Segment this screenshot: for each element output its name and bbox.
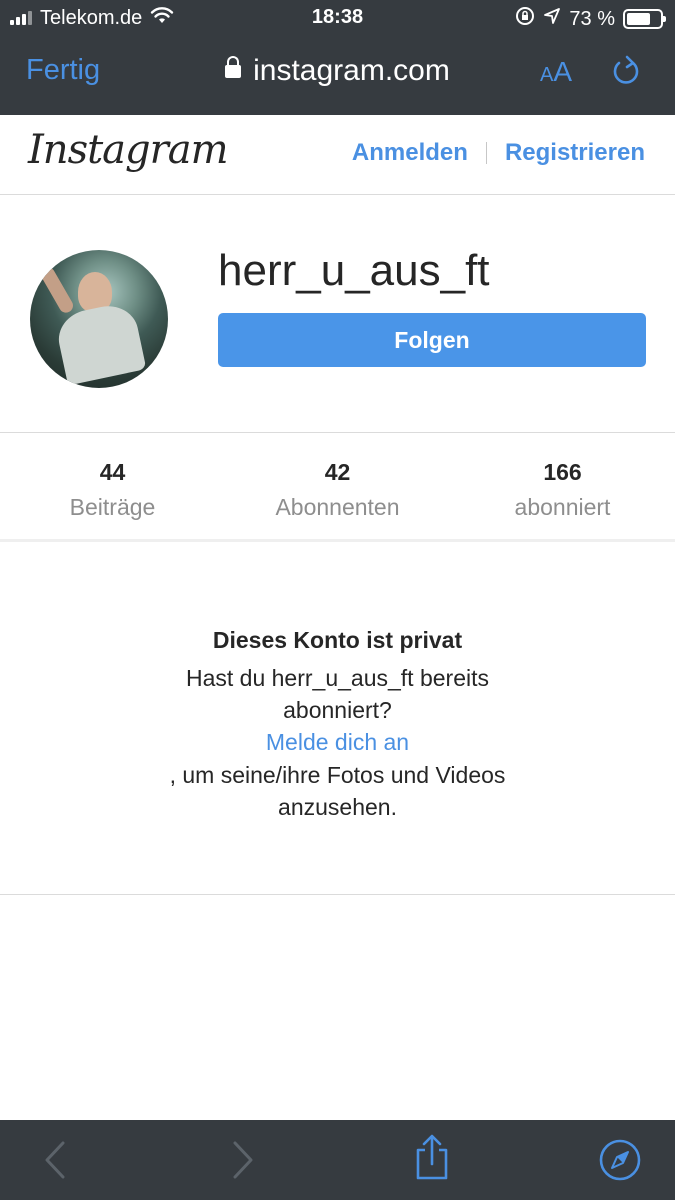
status-bar: Telekom.de 18:38 73 % bbox=[0, 0, 675, 36]
battery-fill bbox=[627, 13, 651, 25]
auth-nav: Anmelden Registrieren bbox=[352, 139, 645, 167]
stat-following[interactable]: 166 abonniert bbox=[450, 433, 675, 539]
url-text: instagram.com bbox=[253, 54, 450, 87]
safari-address-bar: Fertig instagram.com AA bbox=[0, 36, 675, 115]
stat-posts: 44 Beiträge bbox=[0, 433, 225, 539]
stat-value: 166 bbox=[543, 459, 582, 485]
register-link[interactable]: Registrieren bbox=[505, 139, 645, 167]
private-text-line: Hast du herr_u_aus_ft bereits bbox=[185, 665, 489, 691]
stat-followers[interactable]: 42 Abonnenten bbox=[225, 433, 450, 539]
private-text-line: , um seine/ihre Fotos und Videos bbox=[169, 762, 506, 788]
stat-label: Beiträge bbox=[69, 494, 156, 520]
rotation-lock-icon bbox=[515, 6, 535, 32]
instagram-header: Instagram Anmelden Registrieren bbox=[0, 115, 675, 195]
compass-icon[interactable] bbox=[598, 1138, 642, 1187]
share-icon[interactable] bbox=[412, 1134, 452, 1187]
private-text-line: anzusehen. bbox=[278, 794, 397, 820]
status-right: 73 % bbox=[515, 6, 666, 32]
private-account-notice: Dieses Konto ist privat Hast du herr_u_a… bbox=[0, 545, 675, 895]
instagram-logo[interactable]: Instagram bbox=[28, 127, 229, 173]
private-text-line: abonniert? bbox=[283, 697, 392, 723]
address-field[interactable]: instagram.com bbox=[0, 54, 675, 88]
stat-value: 42 bbox=[324, 459, 351, 485]
stat-value: 44 bbox=[99, 459, 126, 485]
safari-toolbar bbox=[0, 1120, 675, 1200]
private-title: Dieses Konto ist privat bbox=[212, 627, 463, 653]
forward-icon[interactable] bbox=[230, 1138, 256, 1187]
text-size-button[interactable]: AA bbox=[540, 56, 572, 88]
location-icon bbox=[543, 7, 561, 31]
nav-divider bbox=[485, 142, 487, 164]
back-icon[interactable] bbox=[42, 1138, 68, 1187]
profile-stats: 44 Beiträge 42 Abonnenten 166 abonniert bbox=[0, 432, 675, 542]
stat-label: Abonnenten bbox=[275, 494, 400, 520]
browser-chrome: Telekom.de 18:38 73 % Fertig instagram.c… bbox=[0, 0, 675, 115]
login-link[interactable]: Anmelden bbox=[352, 139, 468, 167]
avatar bbox=[30, 250, 168, 388]
battery-percent: 73 % bbox=[569, 7, 615, 30]
follow-button[interactable]: Folgen bbox=[218, 313, 646, 367]
lock-icon bbox=[225, 56, 242, 78]
battery-icon bbox=[623, 9, 666, 29]
stat-label: abonniert bbox=[514, 494, 611, 520]
login-link-inline[interactable]: Melde dich an bbox=[0, 729, 675, 756]
profile-username: herr_u_aus_ft bbox=[218, 246, 490, 295]
reload-icon[interactable] bbox=[610, 54, 642, 93]
